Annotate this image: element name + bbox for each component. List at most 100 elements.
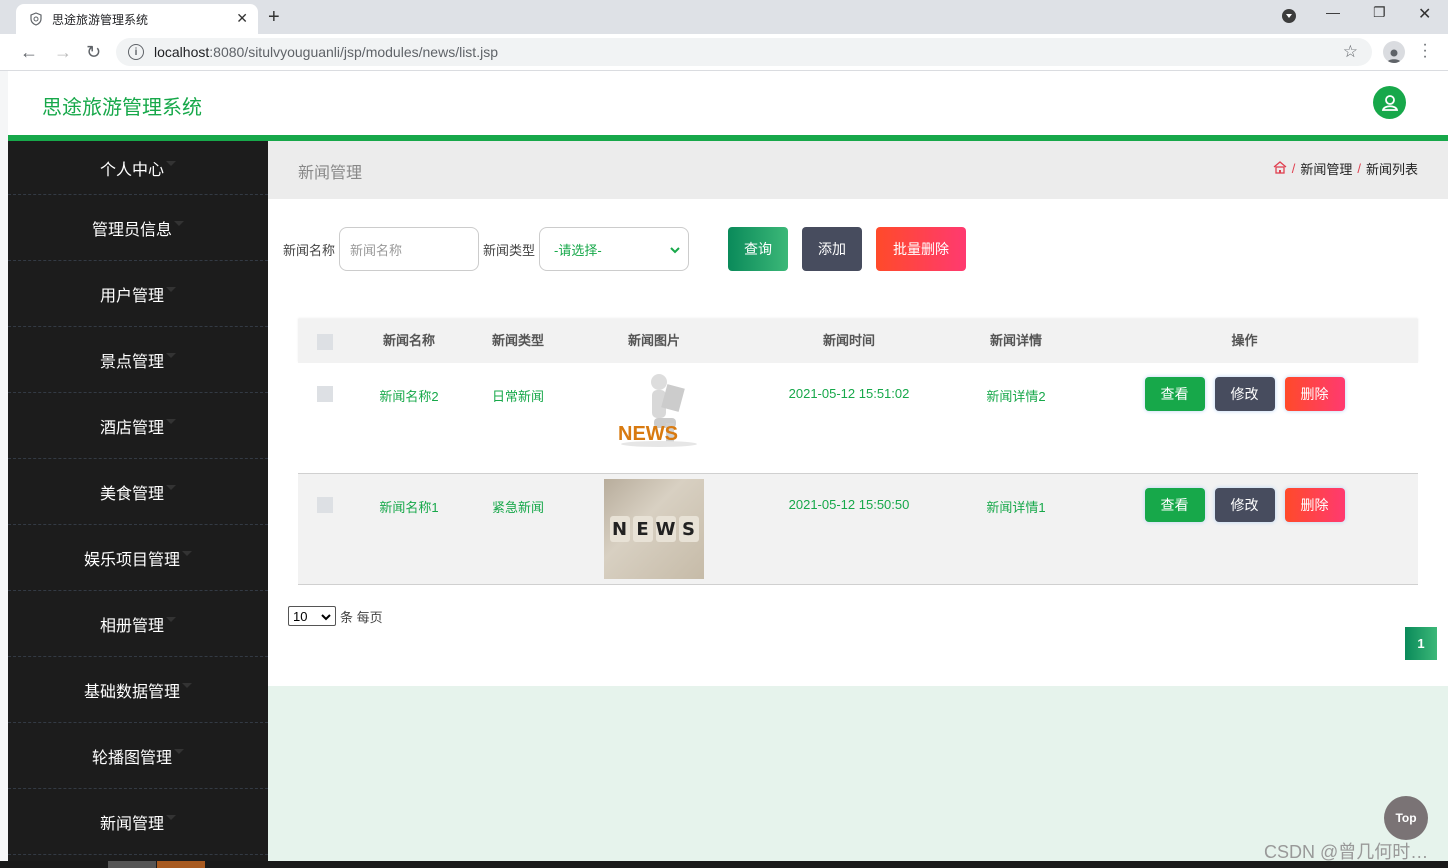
add-button[interactable]: 添加 [802,227,862,271]
forward-icon[interactable]: → [54,42,72,63]
minimize-icon[interactable]: — [1326,4,1340,20]
sidebar-item-label: 美食管理 [99,485,164,503]
caret-down-icon [166,419,176,424]
sidebar-item-label: 个人中心 [99,161,164,179]
breadcrumb: / 新闻管理 / 新闻列表 [1273,159,1418,178]
info-icon[interactable]: i [128,44,144,60]
row-checkbox[interactable] [317,497,333,513]
header-news-detail: 新闻详情 [989,333,1042,348]
delete-button[interactable]: 删除 [1284,488,1345,522]
delete-button[interactable]: 删除 [1284,377,1345,411]
query-button[interactable]: 查询 [728,227,788,271]
sidebar: 个人中心 管理员信息 用户管理 景点管理 酒店管理 美食管理 娱乐项目管理 相册… [8,141,268,861]
edit-button[interactable]: 修改 [1214,488,1275,522]
sidebar-item-base-data[interactable]: 基础数据管理 [8,657,268,723]
browser-profile-icon[interactable] [1383,41,1405,63]
table-row: 新闻名称2 日常新闻 NEWS 2021-05-12 15:51:02 新闻详情… [298,363,1418,474]
sidebar-item-admin-info[interactable]: 管理员信息 [8,195,268,261]
header-news-image: 新闻图片 [627,333,680,348]
news-name-input[interactable]: 新闻名称 [339,227,480,271]
sidebar-item-entertainment[interactable]: 娱乐项目管理 [8,525,268,591]
page-header: 新闻管理 / 新闻管理 / 新闻列表 [268,141,1448,199]
breadcrumb-separator: / [1291,161,1296,176]
sidebar-item-personal-center[interactable]: 个人中心 [8,141,268,195]
breadcrumb-item[interactable]: 新闻管理 [1300,159,1352,178]
news-type-select[interactable]: -请选择- [539,227,690,271]
sidebar-item-albums[interactable]: 相册管理 [8,591,268,657]
sidebar-item-users[interactable]: 用户管理 [8,261,268,327]
news-name-placeholder: 新闻名称 [350,242,403,258]
tab-title: 思途旅游管理系统 [52,12,149,27]
os-taskbar [0,861,1448,868]
caret-down-icon [166,815,176,820]
news-type: 紧急新闻 [491,500,544,515]
header-news-time: 新闻时间 [822,333,875,348]
sidebar-item-food[interactable]: 美食管理 [8,459,268,525]
news-name: 新闻名称2 [379,389,439,404]
news-image: NEWS [604,368,704,468]
taskbar-item[interactable] [157,861,205,868]
window-close-icon[interactable]: ✕ [1418,4,1431,24]
new-tab-icon[interactable]: + [268,6,280,29]
sidebar-item-label: 用户管理 [99,287,164,305]
browser-tab[interactable]: 思途旅游管理系统 ✕ [16,4,258,34]
page-size-select[interactable]: 10 [288,606,336,626]
home-icon[interactable] [1273,160,1287,177]
close-tab-icon[interactable]: ✕ [236,10,248,27]
caret-down-icon [166,287,176,292]
caret-down-icon [166,353,176,358]
news-type: 日常新闻 [491,389,544,404]
url-input[interactable]: i localhost :8080/situlvyouguanli/jsp/mo… [116,38,1372,66]
sidebar-item-label: 新闻管理 [99,815,164,833]
media-control-icon[interactable] [1282,9,1296,26]
restore-icon[interactable]: ❐ [1373,4,1386,21]
back-icon[interactable]: ← [20,42,38,63]
news-detail[interactable]: 新闻详情1 [961,474,1071,516]
url-path: :8080/situlvyouguanli/jsp/modules/news/l… [209,44,498,60]
table-row: 新闻名称1 紧急新闻 NEWS 2021-05-12 15:50:50 新闻详情… [298,474,1418,585]
user-avatar[interactable] [1373,86,1406,119]
batch-delete-button[interactable]: 批量删除 [876,227,966,271]
select-all-checkbox[interactable] [317,333,333,350]
news-name-label: 新闻名称 [283,242,336,258]
caret-down-icon [174,221,184,226]
page-size-value: 10 [293,608,308,624]
view-button[interactable]: 查看 [1144,488,1205,522]
address-bar: ← → ↻ i localhost :8080/situlvyouguanli/… [0,34,1448,71]
table-header: 新闻名称 新闻类型 新闻图片 新闻时间 新闻详情 操作 [298,319,1418,363]
header-news-name: 新闻名称 [382,333,435,348]
news-table: 新闻名称 新闻类型 新闻图片 新闻时间 新闻详情 操作 新闻名称2 日常新闻 N… [298,319,1418,585]
page-title: 新闻管理 [298,165,363,182]
news-name: 新闻名称1 [379,500,439,515]
browser-menu-icon[interactable]: · · · [1420,37,1430,65]
caret-down-icon [174,749,184,754]
news-detail[interactable]: 新闻详情2 [961,363,1071,405]
edit-button[interactable]: 修改 [1214,377,1275,411]
header-actions: 操作 [1231,333,1258,348]
taskbar-item[interactable] [108,861,156,868]
bookmark-star-icon[interactable]: ☆ [1343,42,1358,62]
page-number-button[interactable]: 1 [1405,627,1437,660]
news-time: 2021-05-12 15:51:02 [788,386,910,401]
caret-down-icon [166,485,176,490]
sidebar-item-label: 娱乐项目管理 [83,551,180,569]
sidebar-item-news[interactable]: 新闻管理 [8,789,268,855]
view-button[interactable]: 查看 [1144,377,1205,411]
sidebar-item-attractions[interactable]: 景点管理 [8,327,268,393]
sidebar-item-label: 轮播图管理 [91,749,172,767]
caret-down-icon [182,551,192,556]
chevron-down-icon [670,242,680,257]
sidebar-item-carousel[interactable]: 轮播图管理 [8,723,268,789]
left-edge [0,71,8,868]
sidebar-item-hotels[interactable]: 酒店管理 [8,393,268,459]
url-host: localhost [154,44,210,60]
main-content: 新闻管理 / 新闻管理 / 新闻列表 新闻名称 新闻名称 新闻类型 -请选择- … [268,141,1448,686]
reload-icon[interactable]: ↻ [86,42,101,63]
app-title: 思途旅游管理系统 [42,97,202,119]
breadcrumb-item: 新闻列表 [1365,162,1418,177]
sidebar-item-label: 酒店管理 [99,419,164,437]
shield-icon [28,11,44,27]
row-checkbox[interactable] [317,386,333,402]
back-to-top-button[interactable]: Top [1384,796,1428,840]
breadcrumb-separator: / [1357,161,1361,176]
